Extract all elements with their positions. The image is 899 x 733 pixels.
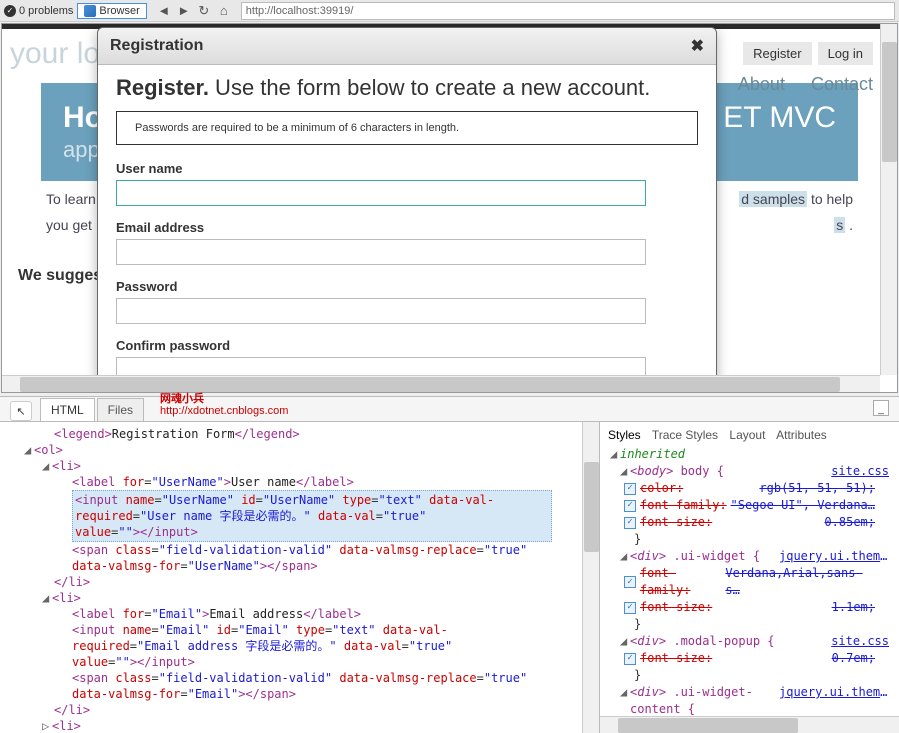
src-jquery-theme-2[interactable]: jquery.ui.theme… (779, 684, 889, 716)
styles-pane: Styles Trace Styles Layout Attributes ◢i… (599, 422, 899, 733)
browser-vscroll[interactable] (880, 24, 897, 375)
url-input[interactable] (241, 2, 895, 20)
styles-tabs: Styles Trace Styles Layout Attributes (600, 422, 899, 446)
tab-html[interactable]: HTML (40, 398, 95, 421)
tab-styles[interactable]: Styles (608, 428, 641, 442)
forward-button[interactable]: ► (175, 2, 193, 20)
tab-attributes[interactable]: Attributes (776, 428, 827, 442)
dialog-titlebar[interactable]: Registration ✖ (98, 28, 716, 65)
src-jquery-theme[interactable]: jquery.ui.theme… (779, 548, 889, 565)
src-site-css[interactable]: site.css (831, 463, 889, 480)
confirm-label: Confirm password (116, 338, 698, 353)
dialog-title-text: Registration (110, 37, 203, 55)
nav-about[interactable]: About (738, 74, 785, 95)
tab-layout[interactable]: Layout (729, 428, 765, 442)
tab-trace-styles[interactable]: Trace Styles (652, 428, 718, 442)
username-field: User name (116, 161, 698, 206)
refresh-button[interactable]: ↻ (195, 2, 213, 20)
home-button[interactable]: ⌂ (215, 2, 233, 20)
check-icon: ✓ (4, 5, 16, 17)
browser-viewport: your lo Register Log in ne About Contact… (1, 23, 898, 393)
src-site-css-2[interactable]: site.css (831, 633, 889, 650)
login-link[interactable]: Log in (818, 42, 873, 65)
password-input[interactable] (116, 298, 646, 324)
dev-tabs: ↖ HTML Files 网魂小兵 http://xdotnet.cnblogs… (0, 397, 899, 421)
password-label: Password (116, 279, 698, 294)
learn-text-1: To learn (46, 191, 96, 207)
password-field: Password (116, 279, 698, 324)
watermark: 网魂小兵 http://xdotnet.cnblogs.com (160, 393, 288, 417)
main-nav: ne About Contact (692, 74, 873, 95)
hero-title-right: ET MVC (723, 101, 836, 135)
register-link[interactable]: Register (743, 42, 811, 65)
browser-tab-label: Browser (99, 5, 139, 17)
email-label: Email address (116, 220, 698, 235)
selected-dom-node[interactable]: <input name="UserName" id="UserName" typ… (72, 490, 552, 542)
nav-contact[interactable]: Contact (811, 74, 873, 95)
username-label: User name (116, 161, 698, 176)
dev-tools: ↖ HTML Files 网魂小兵 http://xdotnet.cnblogs… (0, 396, 899, 733)
element-picker-icon[interactable]: ↖ (10, 401, 32, 421)
back-button[interactable]: ◄ (155, 2, 173, 20)
browser-tab[interactable]: Browser (77, 3, 146, 19)
samples-link[interactable]: d samples (739, 191, 807, 207)
register-heading: Register. Use the form below to create a… (116, 75, 698, 101)
problems-text: 0 problems (19, 5, 73, 17)
minimize-button[interactable]: _ (873, 400, 889, 416)
dom-tree[interactable]: <legend>Registration Form</legend> ◢<ol>… (0, 422, 599, 733)
tutorials-link[interactable]: s (834, 217, 845, 233)
nav-buttons: ◄ ► ↻ ⌂ (155, 2, 233, 20)
browser-icon (84, 5, 96, 17)
close-icon[interactable]: ✖ (691, 36, 704, 56)
username-input[interactable] (116, 180, 646, 206)
password-note: Passwords are required to be a minimum o… (116, 111, 698, 145)
account-links: Register Log in (743, 42, 873, 65)
learn-text-3: you get (46, 217, 92, 233)
styles-rules[interactable]: ◢inherited ◢<body> body {site.css ✓color… (600, 446, 899, 716)
ide-toolbar: ✓ 0 problems Browser ◄ ► ↻ ⌂ (0, 0, 899, 22)
email-field: Email address (116, 220, 698, 265)
site-logo: your lo (6, 29, 100, 71)
registration-dialog: Registration ✖ Register. Use the form be… (97, 27, 717, 393)
learn-text-2b: to help (807, 191, 853, 207)
email-input[interactable] (116, 239, 646, 265)
styles-hscroll[interactable] (600, 716, 899, 733)
browser-hscroll[interactable] (2, 375, 880, 392)
tab-files[interactable]: Files (97, 398, 144, 421)
problems-badge[interactable]: ✓ 0 problems (4, 5, 73, 17)
dom-vscroll[interactable] (582, 422, 599, 733)
